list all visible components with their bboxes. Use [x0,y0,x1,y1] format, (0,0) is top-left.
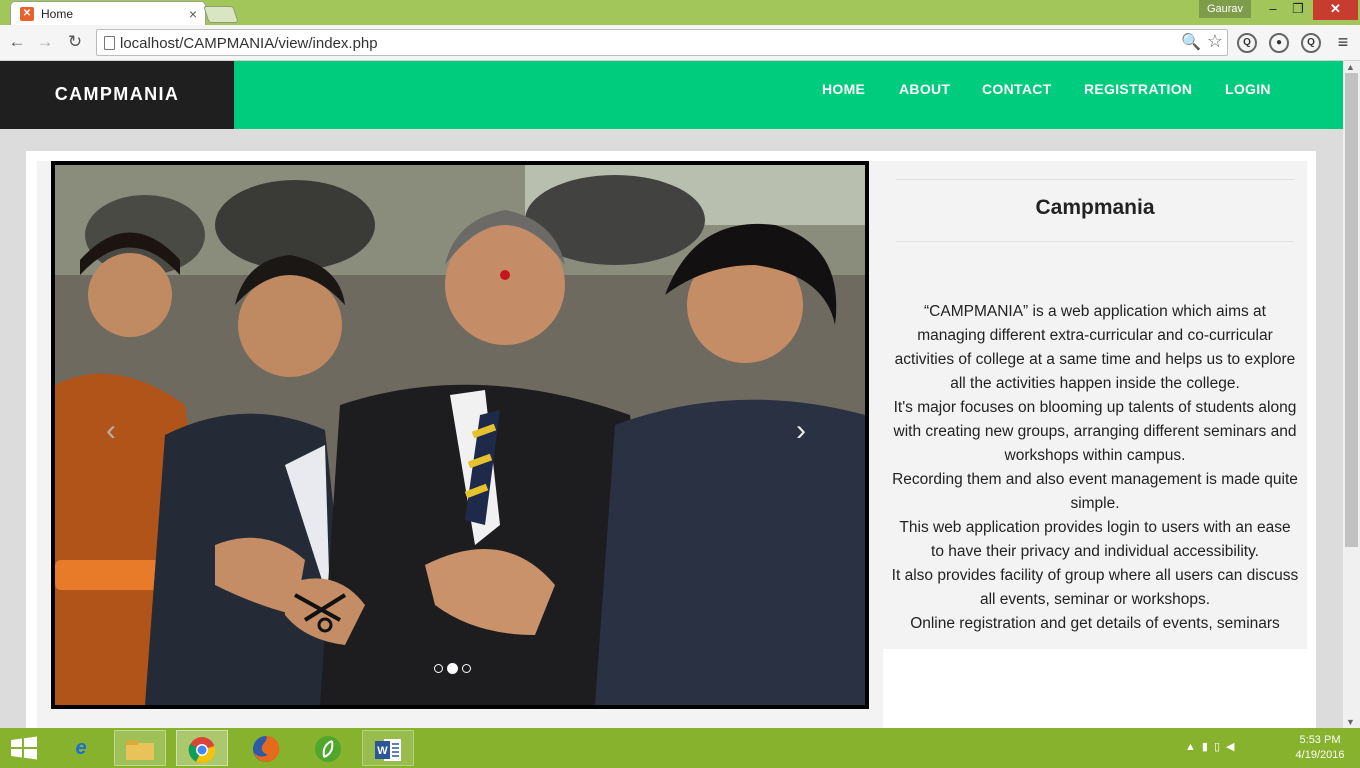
address-bar[interactable]: 🔍 ☆ [96,29,1228,56]
dreamweaver-icon[interactable] [302,730,354,766]
info-paragraph: This web application provides login to u… [899,519,1291,560]
show-hidden-icons-icon[interactable]: ▲ [1185,741,1202,753]
carousel-indicator-dot[interactable] [434,664,443,674]
page-viewport: CAMPMANIA HOME ABOUT CONTACT REGISTRATIO… [0,61,1343,728]
new-tab-button[interactable] [203,6,239,23]
info-text: “CAMPMANIA” is a web application which a… [891,300,1299,636]
divider [896,241,1294,242]
privacy-extension-icon[interactable]: ● [1269,33,1289,53]
nav-link-home[interactable]: HOME [822,81,865,97]
info-paragraph: It's major focuses on blooming up talent… [893,399,1297,464]
info-paragraph: Recording them and also event management… [892,471,1298,512]
site-brand[interactable]: CAMPMANIA [0,61,234,129]
windows-taskbar: e W ▲▮▯◀ 5:53 PM 4/19/2016 [0,728,1360,768]
profile-button[interactable]: Gaurav [1199,0,1251,18]
clock-date: 4/19/2016 [1295,749,1345,761]
firefox-icon[interactable] [240,730,292,766]
minimize-button[interactable]: – [1262,0,1284,20]
system-tray[interactable]: ▲▮▯◀ [1185,740,1240,753]
file-explorer-icon[interactable] [114,730,166,766]
zoom-extension-icon[interactable]: Q [1301,33,1321,53]
info-paragraph: It also provides facility of group where… [891,567,1299,608]
battery-icon[interactable]: ▯ [1214,741,1226,753]
info-paragraph: “CAMPMANIA” is a web application which a… [894,303,1296,392]
url-input[interactable] [120,33,1170,53]
scrollbar-thumb[interactable] [1345,73,1358,547]
maximize-button[interactable]: ❐ [1286,0,1310,20]
tab-close-button[interactable]: × [189,6,197,22]
windows-start-icon[interactable] [9,736,39,760]
word-icon[interactable]: W [362,730,414,766]
volume-icon[interactable]: ◀ [1226,741,1240,753]
carousel-prev-button[interactable]: ‹ [96,411,126,451]
info-title: Campmania [1035,196,1155,219]
back-arrow-icon[interactable]: ← [6,31,28,53]
page-band [0,129,1343,151]
carousel-indicators [434,660,475,675]
nav-link-login[interactable]: LOGIN [1225,81,1271,97]
zoom-icon[interactable]: 🔍 [1181,32,1201,52]
carousel-indicator-dot[interactable] [447,663,458,675]
scroll-down-arrow-icon[interactable]: ▼ [1346,717,1355,727]
site-navbar: CAMPMANIA HOME ABOUT CONTACT REGISTRATIO… [0,61,1343,129]
menu-icon[interactable]: ≡ [1333,31,1353,53]
reload-icon[interactable]: ↻ [64,31,86,53]
bookmark-star-icon[interactable]: ☆ [1207,31,1223,52]
info-paragraph: Online registration and get details of e… [910,615,1280,632]
nav-link-registration[interactable]: REGISTRATION [1084,81,1192,97]
ribbon-cutting-photo [55,165,865,705]
image-carousel: ‹ › [51,161,869,709]
carousel-indicator-dot[interactable] [462,664,471,674]
search-extension-icon[interactable]: Q [1237,33,1257,53]
carousel-slide-photo [55,165,865,705]
scroll-up-arrow-icon[interactable]: ▲ [1346,62,1355,72]
tab-title: Home [41,7,74,21]
about-infobox: Campmania “CAMPMANIA” is a web applicati… [883,161,1307,649]
vertical-scrollbar[interactable]: ▲ ▼ [1343,61,1360,728]
svg-text:W: W [377,745,388,757]
divider [896,179,1294,180]
forward-arrow-icon[interactable]: → [34,31,56,53]
browser-titlebar: ✕ Home × Gaurav – ❐ ✕ [0,0,1360,26]
browser-tab[interactable]: ✕ Home × [10,1,206,26]
browser-toolbar: ← → ↻ 🔍 ☆ Q ● Q ≡ [0,25,1360,61]
page-icon [104,36,115,50]
internet-explorer-icon[interactable]: e [55,730,107,766]
xampp-icon: ✕ [20,7,34,21]
system-clock[interactable]: 5:53 PM 4/19/2016 [1280,733,1360,763]
carousel-next-button[interactable]: › [786,411,816,451]
network-icon[interactable]: ▮ [1202,741,1214,753]
chrome-icon[interactable] [176,730,228,766]
close-window-button[interactable]: ✕ [1313,0,1358,20]
nav-link-contact[interactable]: CONTACT [982,81,1052,97]
nav-link-about[interactable]: ABOUT [899,81,950,97]
clock-time: 5:53 PM [1299,734,1341,746]
